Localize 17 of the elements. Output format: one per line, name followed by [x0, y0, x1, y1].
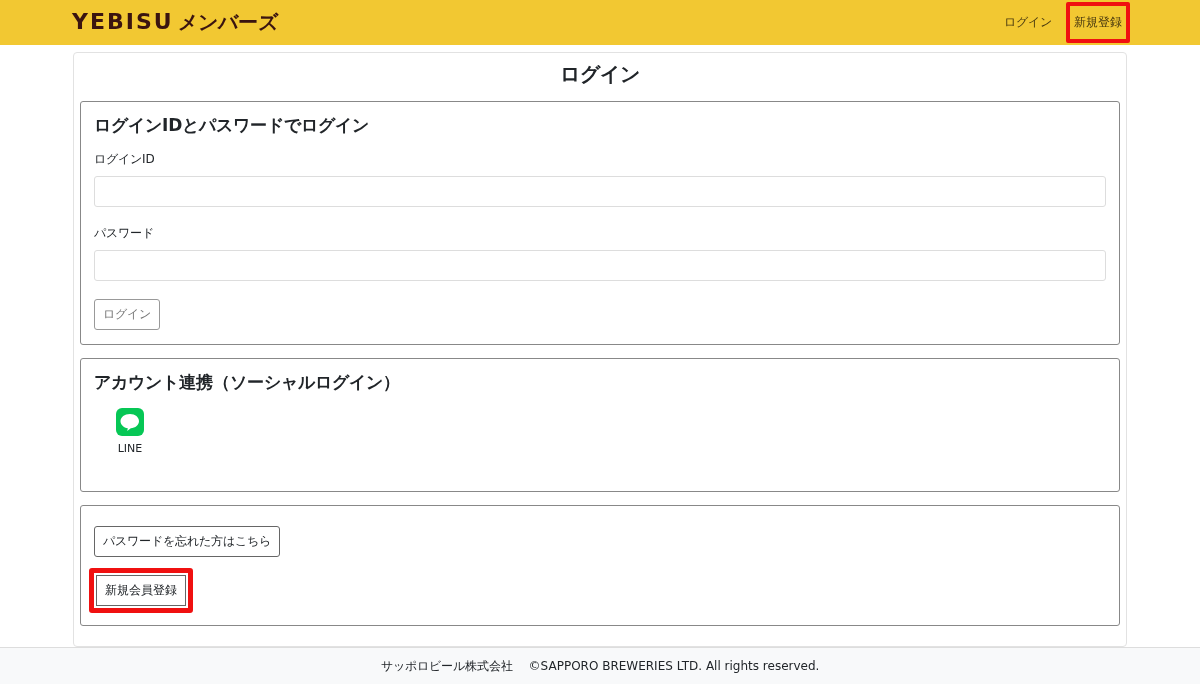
nav-link[interactable]: ログイン [996, 2, 1060, 44]
chat-bubble-icon[interactable] [116, 408, 144, 437]
company-name: サッポロビール株式会社 [380, 657, 513, 675]
copyright-text: ©SAPPORO BREWERIES LTD. All rights reserved. [528, 659, 820, 674]
field-label: ログインID [94, 151, 155, 169]
section-heading: ログインIDとパスワードでログイン [94, 114, 370, 138]
link-button[interactable]: 新規会員登録 [89, 568, 193, 614]
section-heading: アカウント連携（ソーシャルログイン） [94, 371, 400, 395]
logo-text: YEBISU [72, 9, 174, 35]
nav-link[interactable]: 新規登録 [1066, 2, 1130, 44]
input-field[interactable] [94, 176, 1106, 208]
page-title: ログイン [559, 61, 641, 89]
provider-label: LINE [117, 442, 143, 456]
field-label: パスワード [94, 225, 154, 243]
input-field[interactable] [94, 250, 1106, 282]
logo-subtitle: メンバーズ [177, 9, 278, 37]
link-button[interactable]: パスワードを忘れた方はこちら [94, 526, 280, 558]
